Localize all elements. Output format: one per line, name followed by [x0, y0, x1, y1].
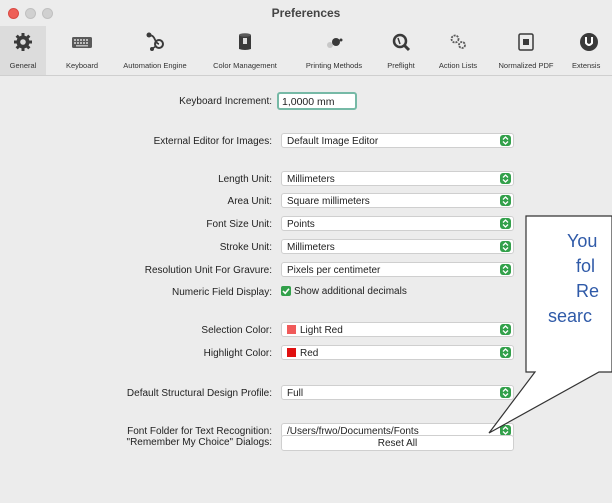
external-editor-label: External Editor for Images: — [153, 136, 272, 147]
popup-arrows-icon — [500, 324, 511, 335]
popup-arrows-icon — [500, 241, 511, 252]
numeric-display-label: Numeric Field Display: — [171, 287, 272, 298]
keyboard-increment-label: Keyboard Increment: — [179, 96, 272, 107]
action-lists-icon — [450, 34, 466, 49]
tab-extensis[interactable]: Extensis — [566, 26, 612, 75]
callout-text-line-1: You — [567, 231, 598, 251]
checkmark-icon — [281, 286, 291, 296]
popup-arrows-icon — [500, 387, 511, 398]
area-unit-popup[interactable]: Square millimeters — [281, 193, 514, 208]
tab-automation-engine-label: Automation Engine — [123, 61, 187, 70]
area-unit-value: Square millimeters — [287, 196, 370, 207]
external-editor-value: Default Image Editor — [287, 136, 379, 147]
extensis-icon — [580, 33, 598, 51]
tab-color-management[interactable]: Color Management — [203, 26, 287, 75]
automation-engine-icon — [146, 32, 164, 51]
tab-general[interactable]: General — [0, 26, 46, 75]
length-unit-label: Length Unit: — [218, 174, 272, 185]
reset-all-button[interactable]: Reset All — [281, 435, 514, 451]
stroke-unit-label: Stroke Unit: — [219, 242, 272, 253]
gear-icon — [14, 33, 32, 51]
highlight-color-popup[interactable]: Red — [281, 345, 514, 360]
popup-arrows-icon — [500, 347, 511, 358]
selection-color-popup[interactable]: Light Red — [281, 322, 514, 337]
tab-normalized-pdf-label: Normalized PDF — [498, 61, 554, 70]
resolution-unit-label: Resolution Unit For Gravure: — [144, 265, 272, 276]
highlight-color-value: Red — [300, 348, 319, 359]
tab-keyboard[interactable]: Keyboard — [57, 26, 107, 75]
selection-color-value: Light Red — [300, 325, 343, 336]
window-title: Preferences — [271, 6, 341, 20]
tab-color-management-label: Color Management — [213, 61, 277, 70]
remember-choice-label: "Remember My Choice" Dialogs: — [126, 437, 272, 448]
popup-arrows-icon — [500, 135, 511, 146]
tab-automation-engine[interactable]: Automation Engine — [113, 26, 197, 75]
structural-profile-value: Full — [287, 388, 304, 399]
length-unit-popup[interactable]: Millimeters — [281, 171, 514, 186]
keyboard-icon — [72, 37, 92, 48]
popup-arrows-icon — [500, 173, 511, 184]
show-decimals-label: Show additional decimals — [294, 286, 407, 297]
highlight-color-label: Highlight Color: — [203, 348, 272, 359]
tab-printing-methods[interactable]: Printing Methods — [294, 26, 374, 75]
show-decimals-checkbox[interactable]: Show additional decimals — [281, 286, 407, 297]
preferences-toolbar: General Keyboard Automation Engine Color… — [0, 26, 612, 76]
structural-profile-popup[interactable]: Full — [281, 385, 514, 400]
normalized-pdf-icon — [518, 33, 534, 51]
external-editor-popup[interactable]: Default Image Editor — [281, 133, 514, 148]
stroke-unit-value: Millimeters — [287, 242, 335, 253]
title-bar: Preferences — [0, 0, 612, 26]
resolution-unit-popup[interactable]: Pixels per centimeter — [281, 262, 514, 277]
color-management-icon — [239, 33, 251, 50]
tab-action-lists-label: Action Lists — [438, 61, 478, 70]
printing-methods-icon — [327, 38, 343, 48]
tab-general-label: General — [9, 61, 37, 70]
tab-printing-methods-label: Printing Methods — [305, 61, 363, 70]
popup-arrows-icon — [500, 218, 511, 229]
area-unit-label: Area Unit: — [227, 196, 272, 207]
tab-preflight[interactable]: Preflight — [379, 26, 423, 75]
keyboard-increment-field[interactable]: 1,0000 mm — [277, 92, 357, 110]
selection-color-label: Selection Color: — [201, 325, 272, 336]
font-size-unit-popup[interactable]: Points — [281, 216, 514, 231]
length-unit-value: Millimeters — [287, 174, 335, 185]
tab-action-lists[interactable]: Action Lists — [428, 26, 488, 75]
font-size-unit-value: Points — [287, 219, 315, 230]
callout-text-line-4: searc — [548, 306, 593, 326]
popup-arrows-icon — [500, 195, 511, 206]
tab-keyboard-label: Keyboard — [65, 61, 99, 70]
highlight-color-swatch — [287, 348, 296, 357]
preflight-icon — [392, 33, 411, 52]
callout-text-line-3: Re — [576, 281, 600, 301]
font-size-unit-label: Font Size Unit: — [206, 219, 272, 230]
tab-extensis-label: Extensis — [572, 61, 601, 70]
callout-text-line-2: fol — [576, 256, 596, 276]
resolution-unit-value: Pixels per centimeter — [287, 265, 381, 276]
general-preferences-pane: Keyboard Increment: 1,0000 mm External E… — [0, 76, 612, 503]
selection-color-swatch — [287, 325, 296, 334]
font-folder-label: Font Folder for Text Recognition: — [127, 426, 272, 437]
tab-preflight-label: Preflight — [387, 61, 415, 70]
structural-profile-label: Default Structural Design Profile: — [126, 388, 272, 399]
stroke-unit-popup[interactable]: Millimeters — [281, 239, 514, 254]
tab-normalized-pdf[interactable]: Normalized PDF — [492, 26, 560, 75]
popup-arrows-icon — [500, 264, 511, 275]
